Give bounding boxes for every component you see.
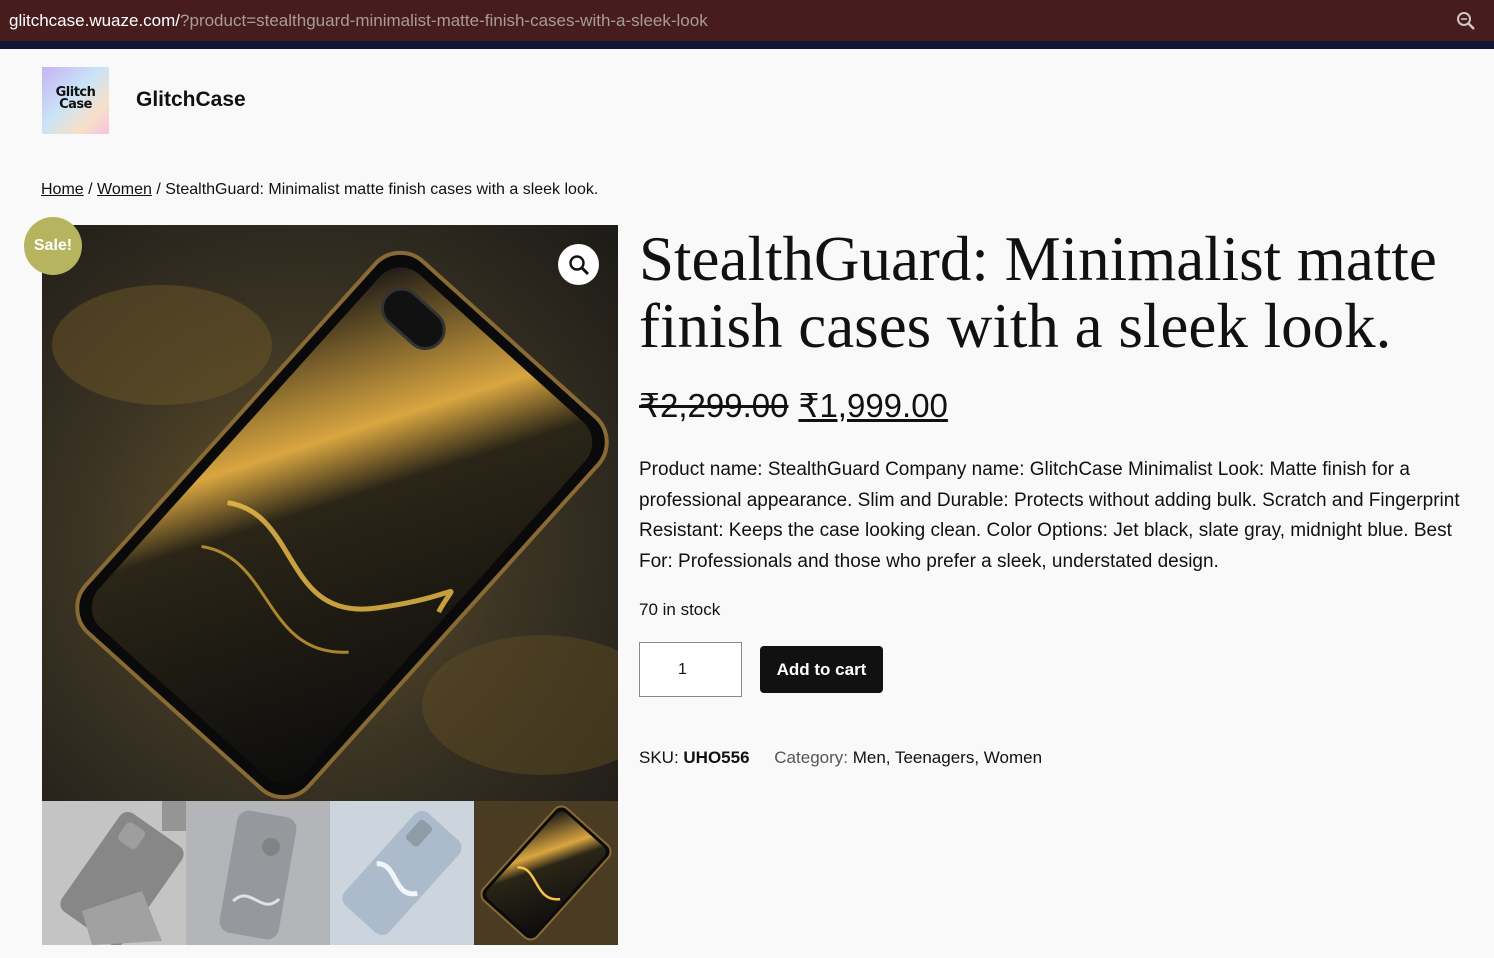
site-title[interactable]: GlitchCase bbox=[136, 88, 246, 112]
product-thumbnails bbox=[42, 801, 618, 945]
url-text[interactable]: glitchcase.wuaze.com/?product=stealthgua… bbox=[9, 10, 708, 31]
magnifier-icon[interactable] bbox=[558, 244, 599, 285]
breadcrumb-separator: / bbox=[83, 181, 98, 198]
product-thumbnail[interactable] bbox=[42, 801, 186, 945]
category-label: Category: bbox=[774, 748, 853, 767]
category-separator: , bbox=[885, 748, 895, 767]
header-divider bbox=[0, 41, 1494, 49]
zoom-icon[interactable] bbox=[1455, 10, 1477, 32]
category-link-women[interactable]: Women bbox=[984, 748, 1042, 767]
category-link-teenagers[interactable]: Teenagers bbox=[895, 748, 974, 767]
sku-value: UHO556 bbox=[683, 748, 750, 767]
url-host: glitchcase.wuaze.com/ bbox=[9, 11, 181, 30]
site-logo[interactable]: Glitch Case bbox=[42, 67, 109, 134]
sale-price: ₹1,999.00 bbox=[798, 387, 948, 424]
breadcrumb-separator: / bbox=[151, 181, 166, 198]
breadcrumb-category-link[interactable]: Women bbox=[97, 181, 152, 198]
category-separator: , bbox=[974, 748, 984, 767]
stock-status: 70 in stock bbox=[639, 600, 721, 619]
product-price: ₹2,299.00 ₹1,999.00 bbox=[639, 386, 948, 425]
product-main-image[interactable] bbox=[42, 225, 618, 801]
sale-badge: Sale! bbox=[24, 217, 82, 275]
logo-text-line2: Case bbox=[59, 97, 92, 112]
product-thumbnail[interactable] bbox=[330, 801, 474, 945]
breadcrumb-current: StealthGuard: Minimalist matte finish ca… bbox=[165, 181, 599, 198]
product-meta: SKU: UHO556 Category: Men, Teenagers, Wo… bbox=[639, 748, 1042, 768]
url-path: ?product=stealthguard-minimalist-matte-f… bbox=[180, 11, 708, 30]
product-thumbnail-active[interactable] bbox=[474, 801, 618, 945]
regular-price: ₹2,299.00 bbox=[639, 387, 789, 424]
quantity-input[interactable] bbox=[639, 642, 742, 697]
sku-label: SKU: bbox=[639, 748, 684, 767]
product-title: StealthGuard: Minimalist matte finish ca… bbox=[639, 224, 1437, 361]
category-link-men[interactable]: Men bbox=[853, 748, 886, 767]
breadcrumb-home-link[interactable]: Home bbox=[41, 181, 84, 198]
product-thumbnail[interactable] bbox=[186, 801, 330, 945]
product-description: Product name: StealthGuard Company name:… bbox=[639, 459, 1460, 572]
breadcrumb: Home / Women / StealthGuard: Minimalist … bbox=[41, 181, 598, 199]
add-to-cart-button[interactable]: Add to cart bbox=[760, 646, 883, 693]
address-bar[interactable]: glitchcase.wuaze.com/?product=stealthgua… bbox=[0, 0, 1494, 41]
